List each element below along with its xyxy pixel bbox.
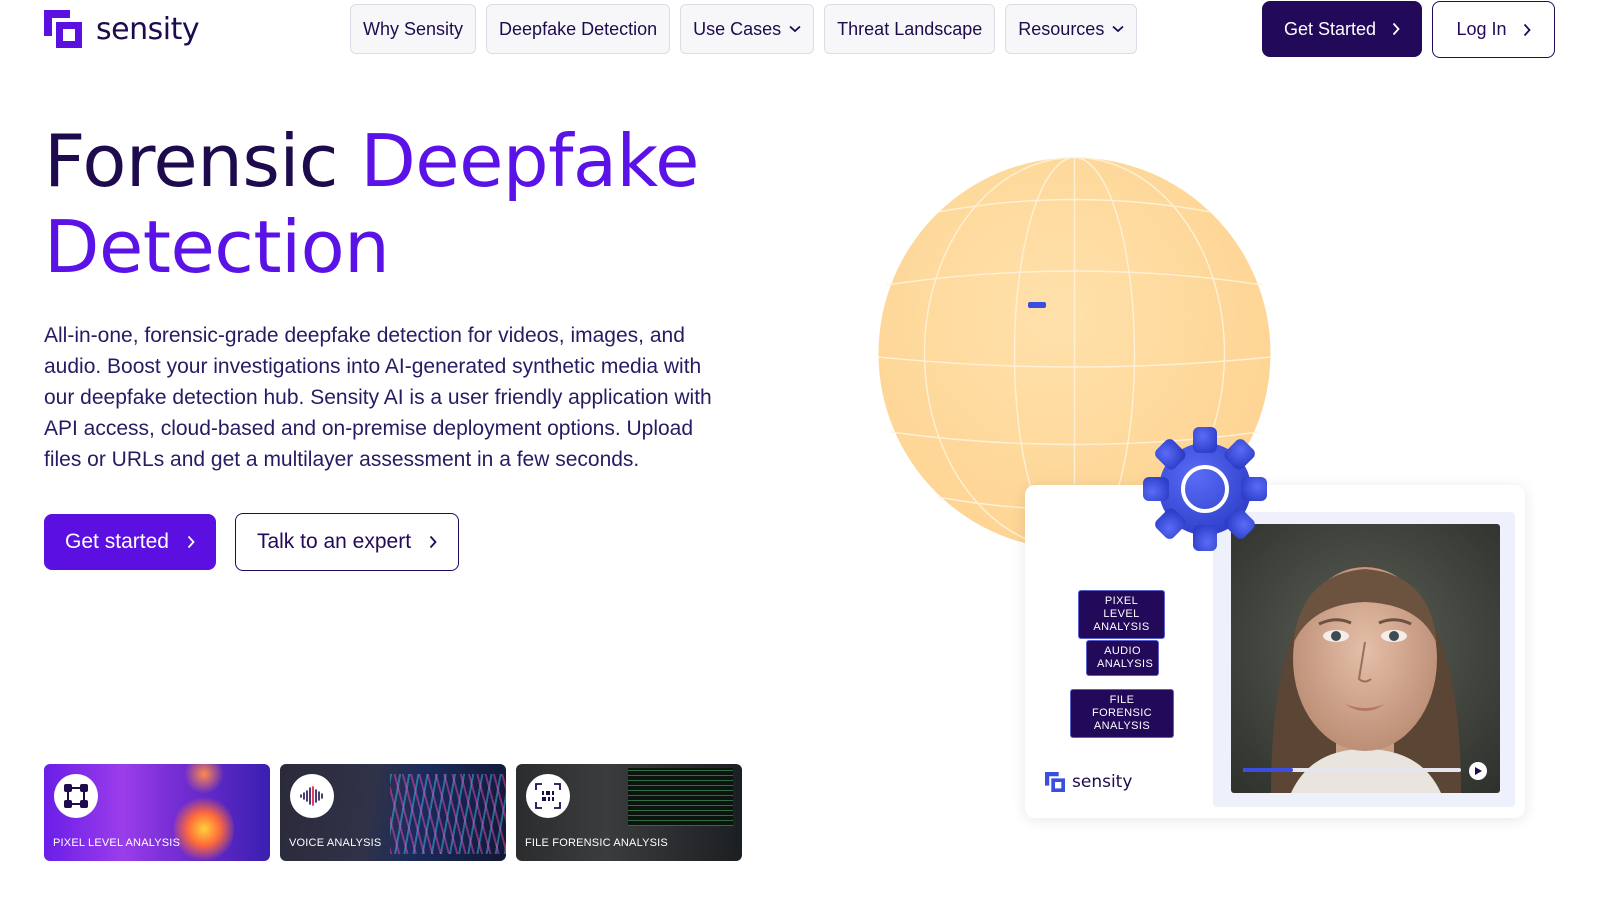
chip-file-forensic-analysis: FILE FORENSIC ANALYSIS <box>1070 689 1174 738</box>
nav-label: Resources <box>1018 18 1105 39</box>
nav-why-sensity[interactable]: Why Sensity <box>350 4 477 54</box>
button-label: Get Started <box>1283 18 1377 39</box>
chevron-down-icon <box>789 25 801 33</box>
feature-cards: PIXEL LEVEL ANALYSIS VOICE ANALYSIS FILE… <box>44 764 742 861</box>
sensity-logo-icon <box>44 10 82 48</box>
login-button[interactable]: Log In <box>1432 1 1555 58</box>
panel-logo: sensity <box>1045 772 1132 792</box>
header-get-started-button[interactable]: Get Started <box>1262 1 1422 57</box>
chevron-down-icon <box>1112 25 1124 33</box>
card-voice-analysis[interactable]: VOICE ANALYSIS <box>280 764 506 861</box>
sensity-logo-icon <box>1045 772 1065 792</box>
nav-label: Threat Landscape <box>837 18 983 39</box>
logo-wordmark: sensity <box>96 11 200 47</box>
chip-audio-analysis: AUDIO ANALYSIS <box>1086 640 1159 676</box>
chevron-right-icon <box>1392 22 1400 36</box>
location-pin <box>1028 302 1046 308</box>
button-label: Talk to an expert <box>256 530 412 553</box>
hero-description: All-in-one, forensic-grade deepfake dete… <box>44 324 712 471</box>
hero-title-part1: Forensic <box>44 119 361 203</box>
sensity-logo[interactable]: sensity <box>44 9 200 49</box>
play-icon <box>1475 767 1482 775</box>
nav-deepfake-detection[interactable]: Deepfake Detection <box>486 4 671 54</box>
card-label: PIXEL LEVEL ANALYSIS <box>53 837 181 849</box>
video-progress-fill <box>1243 768 1294 772</box>
button-label: Log In <box>1456 19 1507 39</box>
button-label: Get started <box>65 530 169 553</box>
gear-icon <box>1143 427 1267 551</box>
binary-scan-icon <box>526 774 570 818</box>
card-label: VOICE ANALYSIS <box>289 837 382 849</box>
nav-label: Why Sensity <box>363 18 464 39</box>
hero-title: Forensic Deepfake Detection <box>44 118 764 290</box>
nav-use-cases[interactable]: Use Cases <box>680 4 815 54</box>
nodes-icon <box>54 774 98 818</box>
chevron-right-icon <box>187 535 195 549</box>
nav-label: Use Cases <box>693 18 782 39</box>
card-pixel-level-analysis[interactable]: PIXEL LEVEL ANALYSIS <box>44 764 270 861</box>
nav-label: Deepfake Detection <box>499 18 658 39</box>
nav-resources[interactable]: Resources <box>1005 4 1138 54</box>
main-nav: Why Sensity Deepfake Detection Use Cases… <box>350 4 1138 54</box>
card-label: FILE FORENSIC ANALYSIS <box>525 837 668 849</box>
face-video-preview[interactable] <box>1231 524 1500 793</box>
nav-threat-landscape[interactable]: Threat Landscape <box>824 4 996 54</box>
get-started-button[interactable]: Get started <box>44 514 216 570</box>
video-progress-bar[interactable] <box>1243 768 1461 772</box>
play-button[interactable] <box>1469 762 1487 780</box>
waveform-icon <box>290 774 334 818</box>
chip-pixel-level-analysis: PIXEL LEVEL ANALYSIS <box>1078 590 1165 639</box>
card-file-forensic-analysis[interactable]: FILE FORENSIC ANALYSIS <box>516 764 742 861</box>
chevron-right-icon <box>429 535 437 549</box>
panel-logo-wordmark: sensity <box>1072 772 1133 792</box>
talk-to-expert-button[interactable]: Talk to an expert <box>235 513 459 571</box>
chevron-right-icon <box>1523 23 1531 36</box>
